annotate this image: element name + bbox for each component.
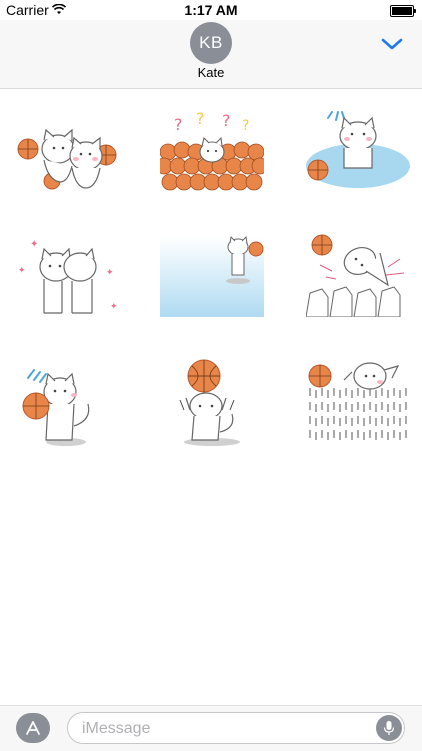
sticker-cats-hugging-basketballs[interactable] bbox=[14, 104, 118, 198]
svg-text:?: ? bbox=[222, 111, 231, 130]
status-bar: Carrier 1:17 AM bbox=[0, 0, 422, 20]
clock: 1:17 AM bbox=[184, 2, 238, 18]
svg-text:?: ? bbox=[196, 109, 205, 128]
svg-text:✦: ✦ bbox=[18, 266, 26, 276]
avatar-initials: KB bbox=[199, 33, 223, 52]
conversation-header: KB Kate bbox=[0, 20, 422, 89]
sticker-cat-crowd-surfing[interactable] bbox=[306, 354, 410, 448]
svg-text:✦: ✦ bbox=[106, 268, 114, 278]
input-bar: iMessage bbox=[0, 705, 422, 751]
sticker-cat-balancing-ball[interactable] bbox=[160, 354, 264, 448]
sticker-cat-holding-ball-gradient[interactable] bbox=[160, 223, 264, 317]
message-placeholder: iMessage bbox=[82, 720, 151, 737]
svg-text:?: ? bbox=[174, 115, 183, 134]
sticker-cat-sitting-puddle[interactable] bbox=[306, 104, 410, 198]
svg-text:✦: ✦ bbox=[110, 302, 118, 312]
microphone-button[interactable] bbox=[376, 715, 402, 741]
app-store-icon bbox=[26, 721, 40, 735]
message-input[interactable]: iMessage bbox=[67, 712, 405, 744]
chevron-down-icon[interactable] bbox=[380, 36, 404, 52]
svg-text:✦: ✦ bbox=[30, 239, 38, 250]
microphone-icon bbox=[383, 721, 395, 735]
svg-text:?: ? bbox=[242, 118, 249, 134]
battery-icon bbox=[390, 5, 416, 17]
sticker-cat-jumping-crowd[interactable] bbox=[306, 223, 410, 317]
contact-avatar[interactable]: KB bbox=[190, 22, 232, 64]
sticker-cat-in-ball-pit-confused[interactable]: ? ? ? ? bbox=[160, 104, 264, 198]
sticker-cats-hugging-sparkles[interactable]: ✦ ✦ ✦ ✦ bbox=[14, 223, 118, 317]
apps-button[interactable] bbox=[16, 713, 50, 743]
sticker-cat-sweating-with-ball[interactable] bbox=[14, 354, 118, 448]
contact-name[interactable]: Kate bbox=[0, 65, 422, 80]
